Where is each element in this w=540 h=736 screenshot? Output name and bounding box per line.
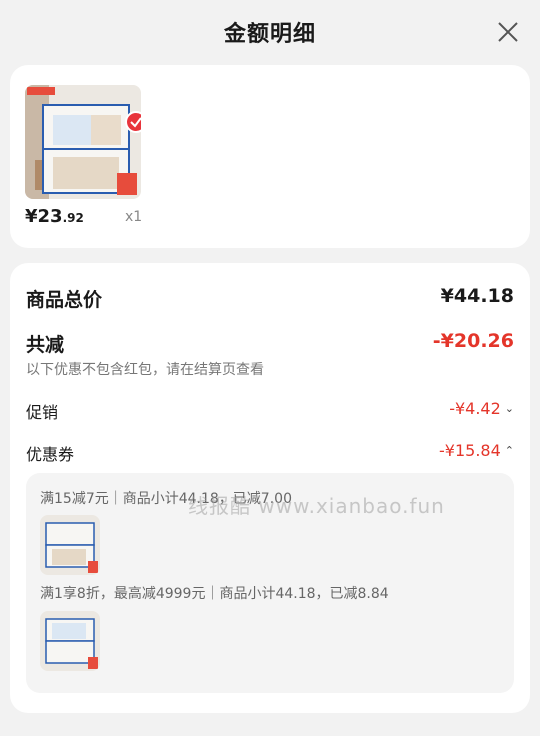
total-label: 商品总价 [26, 289, 103, 311]
price-cents: .92 [62, 211, 84, 225]
discount-note: 以下优惠不包含红包，请在结算页查看 [26, 362, 264, 378]
product-quantity: x1 [125, 209, 143, 225]
selected-check-icon [125, 111, 141, 133]
chevron-up-icon: ⌃ [504, 444, 514, 457]
promo-value: -¥4.42 [449, 399, 501, 418]
coupon-product-image-1 [40, 515, 100, 575]
coupon-value: -¥15.84 [439, 441, 501, 460]
page-title: 金额明细 [223, 22, 316, 47]
coupon-line-2: 满1享8折，最高减4999元｜商品小计44.18，已减8.84 [40, 586, 389, 602]
product-price: ¥23.92 [25, 206, 84, 227]
coupon-label: 优惠券 [26, 445, 75, 464]
chevron-down-icon: ⌄ [504, 402, 514, 415]
summary-card: 商品总价 ¥44.18 共减 -¥20.26 以下优惠不包含红包，请在结算页查看… [10, 263, 530, 713]
watermark: 线报酷 www.xianbao.fun [188, 494, 445, 518]
coupon-toggle[interactable]: -¥15.84 ⌃ [439, 441, 514, 460]
product-card: ¥23.92 x1 [10, 65, 530, 248]
total-value: ¥44.18 [440, 285, 514, 307]
promo-label: 促销 [26, 403, 59, 422]
discount-label: 共减 [26, 334, 65, 356]
product-image[interactable] [25, 85, 141, 199]
discount-value: -¥20.26 [432, 330, 514, 352]
close-icon[interactable] [496, 20, 520, 44]
price-main: ¥23 [25, 206, 63, 227]
header: 金额明细 [0, 0, 540, 64]
promo-toggle[interactable]: -¥4.42 ⌄ [449, 399, 514, 418]
coupon-product-image-2 [40, 611, 100, 671]
